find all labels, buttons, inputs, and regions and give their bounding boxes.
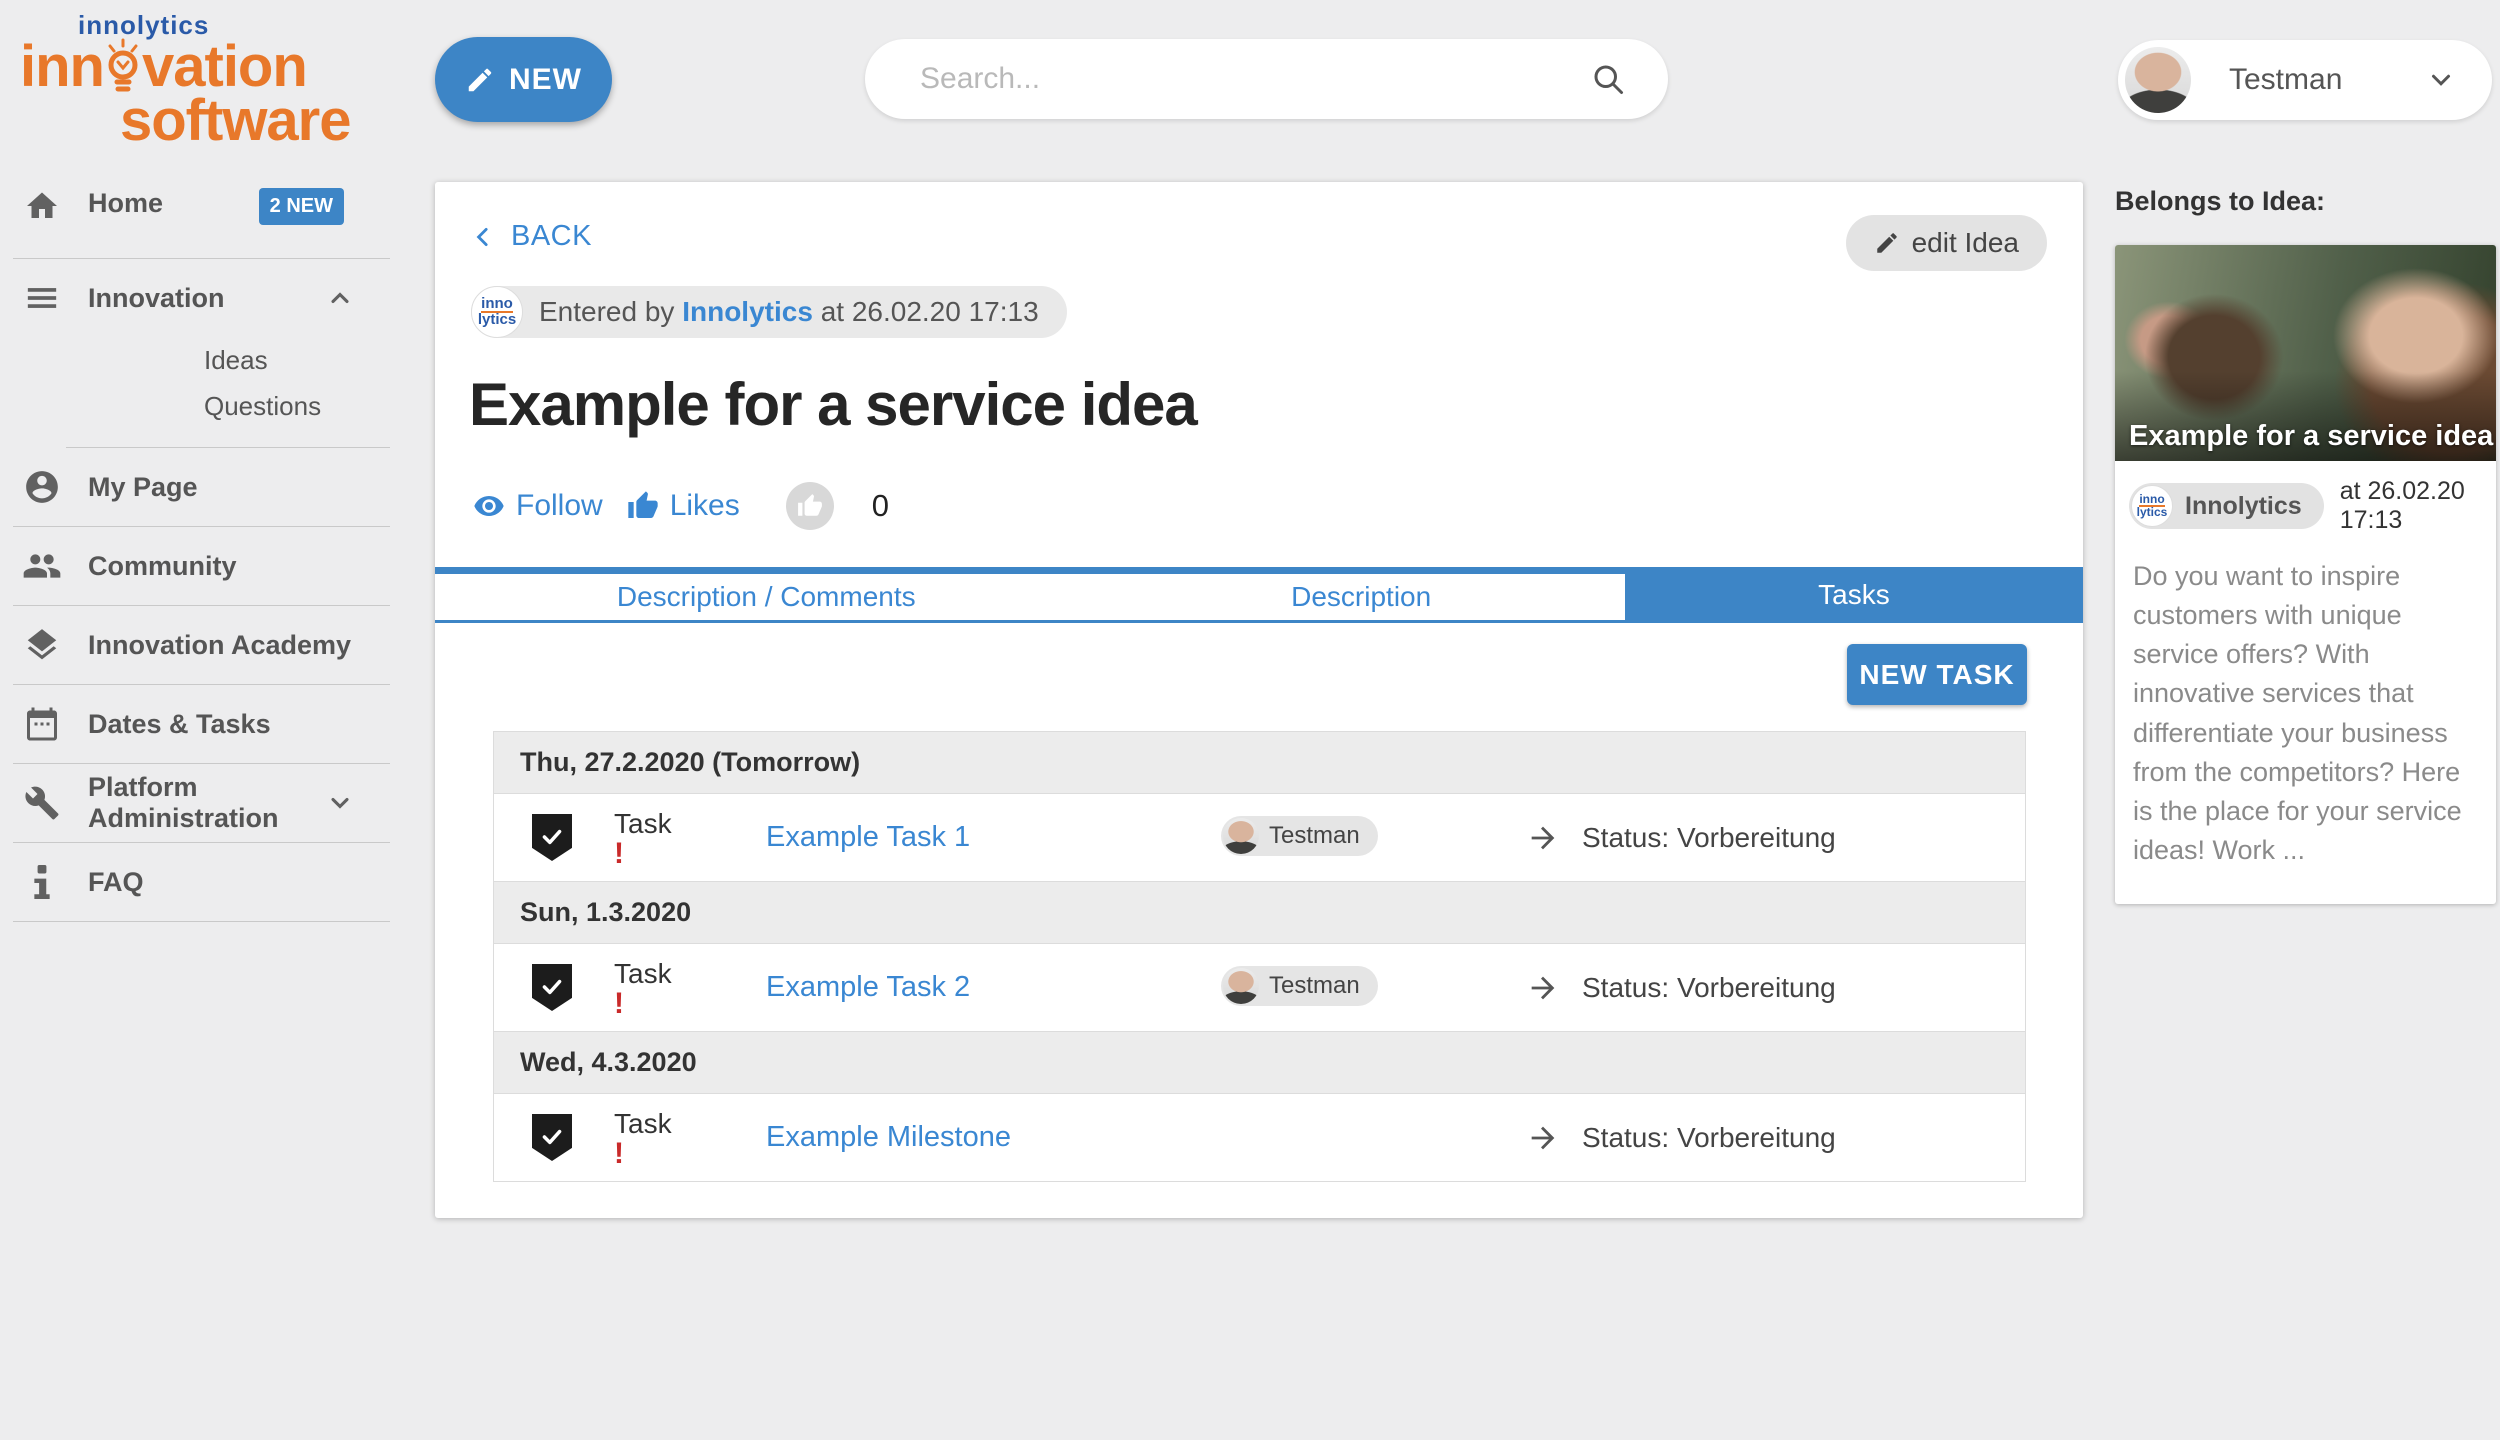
idea-description: Do you want to inspire customers with un…: [2115, 543, 2496, 904]
new-task-button[interactable]: NEW TASK: [1847, 644, 2027, 705]
task-row: Task ! Example Task 1 Testman Status: Vo…: [494, 794, 2025, 882]
task-title-link[interactable]: Example Milestone: [766, 1121, 1221, 1154]
sidebar-item-innovation-academy[interactable]: Innovation Academy: [0, 606, 402, 684]
task-status: Status: Vorbereitung: [1526, 971, 1836, 1005]
likes-button[interactable]: Likes: [627, 489, 740, 523]
calendar-icon: [22, 706, 62, 742]
idea-actions: Follow Likes 0: [473, 482, 889, 530]
like-count: 0: [872, 488, 889, 524]
sidebar-item-my-page[interactable]: My Page: [0, 448, 402, 526]
task-check-icon[interactable]: [532, 964, 572, 1011]
tab-description[interactable]: Description: [1097, 574, 1624, 620]
idea-timestamp: at 26.02.20 17:13: [2340, 477, 2482, 535]
task-status: Status: Vorbereitung: [1526, 1121, 1836, 1155]
belongs-to-panel: Belongs to Idea: Example for a service i…: [2115, 186, 2496, 904]
home-icon: [22, 188, 62, 224]
chevron-left-icon: [471, 224, 497, 250]
logo-word-software: software: [120, 92, 330, 150]
related-idea-card[interactable]: Example for a service idea innolytics In…: [2115, 245, 2496, 904]
arrow-right-icon: [1526, 1121, 1560, 1155]
sidebar-item-faq[interactable]: FAQ: [0, 843, 402, 921]
idea-meta: innolytics Innolytics at 26.02.20 17:13: [2115, 461, 2496, 543]
user-name: Testman: [2229, 63, 2426, 97]
entered-by-chip: innolytics Entered by Innolytics at 26.0…: [471, 286, 1067, 338]
idea-image-caption: Example for a service idea: [2129, 420, 2493, 453]
person-icon: [22, 468, 62, 506]
task-type: Task !: [614, 1108, 766, 1167]
edit-idea-button[interactable]: edit Idea: [1846, 215, 2047, 271]
assignee-avatar: [1223, 818, 1259, 854]
tab-description-comments[interactable]: Description / Comments: [435, 574, 1097, 620]
idea-image: Example for a service idea: [2115, 245, 2496, 461]
wrench-icon: [22, 785, 62, 821]
priority-exclamation: !: [614, 1140, 766, 1167]
sidebar-item-questions[interactable]: Questions: [0, 383, 402, 429]
search-bar: [865, 39, 1668, 119]
user-menu[interactable]: Testman: [2118, 40, 2492, 120]
task-check-icon[interactable]: [532, 1114, 572, 1161]
chevron-down-icon: [326, 789, 354, 817]
assignee-chip[interactable]: Testman: [1221, 816, 1378, 856]
sidebar-item-community[interactable]: Community: [0, 527, 402, 605]
task-type: Task !: [614, 808, 766, 867]
arrow-right-icon: [1526, 971, 1560, 1005]
chevron-up-icon: [326, 284, 354, 312]
sidebar-item-dates-tasks[interactable]: Dates & Tasks: [0, 685, 402, 763]
like-count-icon: [786, 482, 834, 530]
info-icon: [22, 865, 62, 899]
pencil-icon: [1874, 230, 1900, 256]
menu-icon: [22, 281, 62, 315]
task-assignee: Testman: [1221, 816, 1526, 859]
task-title-link[interactable]: Example Task 2: [766, 971, 1221, 1004]
sidebar-item-innovation[interactable]: Innovation: [0, 259, 402, 337]
people-icon: [22, 546, 62, 586]
sidebar: Home 2 NEW Innovation Ideas Questions My…: [0, 170, 402, 922]
search-icon[interactable]: [1590, 61, 1626, 97]
priority-exclamation: !: [614, 990, 766, 1017]
task-type: Task !: [614, 958, 766, 1017]
thumb-up-icon: [797, 493, 823, 519]
layers-icon: [22, 626, 62, 664]
task-row: Task ! Example Milestone Status: Vorbere…: [494, 1094, 2025, 1182]
search-input[interactable]: [865, 62, 1590, 96]
innolytics-logo-icon: innolytics: [471, 286, 523, 338]
chevron-down-icon: [2426, 65, 2456, 95]
thumb-up-icon: [627, 490, 659, 522]
author-chip[interactable]: innolytics Innolytics: [2129, 483, 2324, 529]
tab-bar: Description / Comments Description Tasks: [435, 567, 2083, 623]
sidebar-item-home[interactable]: Home 2 NEW: [0, 170, 402, 258]
arrow-right-icon: [1526, 821, 1560, 855]
eye-icon: [473, 490, 505, 522]
app-root: innolytics inn vation software NEW Testm…: [0, 0, 2500, 1440]
sidebar-item-ideas[interactable]: Ideas: [0, 337, 402, 383]
innolytics-logo-icon: innolytics: [2131, 485, 2173, 527]
task-check-icon[interactable]: [532, 814, 572, 861]
sidebar-item-platform-administration[interactable]: Platform Administration: [0, 764, 402, 842]
app-logo: innolytics inn vation software: [20, 12, 330, 150]
task-row: Task ! Example Task 2 Testman Status: Vo…: [494, 944, 2025, 1032]
back-link[interactable]: BACK: [471, 220, 592, 253]
task-group-date: Wed, 4.3.2020: [494, 1032, 2025, 1094]
task-status: Status: Vorbereitung: [1526, 821, 1836, 855]
task-assignee: Testman: [1221, 966, 1526, 1009]
task-list: Thu, 27.2.2020 (Tomorrow) Task ! Example…: [493, 731, 2026, 1182]
new-button[interactable]: NEW: [435, 37, 612, 122]
assignee-avatar: [1223, 968, 1259, 1004]
tab-tasks[interactable]: Tasks: [1625, 567, 2083, 623]
author-link[interactable]: Innolytics: [682, 296, 813, 327]
idea-detail-card: BACK edit Idea innolytics Entered by Inn…: [435, 182, 2083, 1218]
belongs-to-heading: Belongs to Idea:: [2115, 186, 2496, 217]
home-new-badge: 2 NEW: [259, 188, 344, 225]
task-group-date: Sun, 1.3.2020: [494, 882, 2025, 944]
priority-exclamation: !: [614, 840, 766, 867]
task-group-date: Thu, 27.2.2020 (Tomorrow): [494, 732, 2025, 794]
assignee-chip[interactable]: Testman: [1221, 966, 1378, 1006]
follow-button[interactable]: Follow: [473, 489, 603, 523]
user-avatar: [2125, 47, 2191, 113]
pencil-icon: [465, 65, 495, 95]
divider: [13, 921, 390, 922]
idea-title: Example for a service idea: [469, 370, 1197, 439]
task-title-link[interactable]: Example Task 1: [766, 821, 1221, 854]
